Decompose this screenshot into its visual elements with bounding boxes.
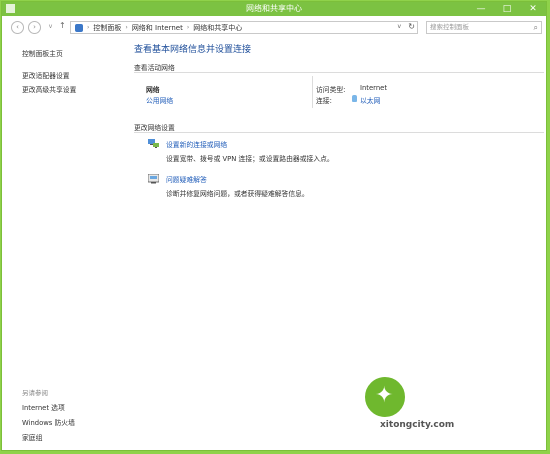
divider bbox=[134, 132, 544, 133]
search-input[interactable]: 搜索控制面板 ⌕ bbox=[426, 21, 542, 34]
task-setup-connection-link[interactable]: 设置新的连接或网络 bbox=[166, 139, 227, 149]
address-row: ‹ › v ↑ › 控制面板 › 网络和 Internet › 网络和共享中心 … bbox=[2, 16, 546, 40]
breadcrumb-separator: › bbox=[125, 24, 128, 31]
access-type-label: 访问类型: bbox=[316, 86, 346, 94]
troubleshoot-icon bbox=[148, 174, 159, 184]
task-setup-connection-desc: 设置宽带、拨号或 VPN 连接；或设置路由器或接入点。 bbox=[166, 155, 334, 163]
access-type-value: Internet bbox=[360, 84, 387, 92]
close-button[interactable]: ✕ bbox=[520, 2, 546, 16]
ethernet-icon bbox=[352, 95, 357, 102]
sidebar-item-advanced-sharing[interactable]: 更改高级共享设置 bbox=[22, 84, 76, 94]
title-bar: 网络和共享中心 — □ ✕ bbox=[2, 2, 546, 16]
window-title: 网络和共享中心 bbox=[246, 4, 302, 13]
divider bbox=[312, 76, 313, 108]
address-bar[interactable]: › 控制面板 › 网络和 Internet › 网络和共享中心 v ↻ bbox=[70, 21, 418, 34]
connections-label: 连接: bbox=[316, 97, 332, 105]
sidebar-item-windows-firewall[interactable]: Windows 防火墙 bbox=[22, 417, 75, 427]
breadcrumb-network-internet[interactable]: 网络和 Internet bbox=[132, 23, 183, 33]
sidebar-item-adapter-settings[interactable]: 更改适配器设置 bbox=[22, 70, 70, 80]
active-networks-label: 查看活动网络 bbox=[134, 64, 175, 72]
control-panel-icon bbox=[75, 23, 83, 32]
app-icon bbox=[6, 4, 15, 13]
breadcrumb-control-panel[interactable]: 控制面板 bbox=[93, 23, 121, 33]
breadcrumb-separator: › bbox=[87, 24, 90, 31]
refresh-icon[interactable]: ↻ bbox=[408, 22, 415, 31]
page-title: 查看基本网络信息并设置连接 bbox=[134, 45, 252, 55]
window: 网络和共享中心 — □ ✕ ‹ › v ↑ › 控制面板 › 网络和 Inter… bbox=[1, 1, 547, 451]
breadcrumb-network-sharing-center[interactable]: 网络和共享中心 bbox=[193, 23, 242, 33]
divider bbox=[134, 72, 544, 73]
change-settings-label: 更改网络设置 bbox=[134, 124, 175, 132]
forward-button[interactable]: › bbox=[28, 21, 41, 34]
back-button[interactable]: ‹ bbox=[11, 21, 24, 34]
sidebar-item-homegroup[interactable]: 家庭组 bbox=[22, 432, 42, 442]
watermark-circle-icon: ✦ bbox=[362, 374, 408, 420]
see-also-heading: 另请参阅 bbox=[22, 389, 48, 397]
up-button[interactable]: ↑ bbox=[59, 21, 66, 30]
search-icon[interactable]: ⌕ bbox=[534, 22, 538, 33]
sidebar-item-control-panel-home[interactable]: 控制面板主页 bbox=[22, 48, 63, 58]
breadcrumb-separator: › bbox=[186, 24, 190, 31]
window-controls: — □ ✕ bbox=[468, 2, 546, 16]
address-dropdown-icon[interactable]: v bbox=[397, 23, 401, 30]
watermark-url: xitongcity.com bbox=[380, 420, 455, 430]
search-placeholder: 搜索控制面板 bbox=[430, 23, 469, 31]
recent-pages-icon[interactable]: v bbox=[45, 21, 56, 32]
sidebar-item-internet-options[interactable]: Internet 选项 bbox=[22, 402, 65, 412]
network-type-link[interactable]: 公用网络 bbox=[146, 95, 173, 105]
connection-ethernet-link[interactable]: 以太网 bbox=[360, 95, 380, 105]
watermark-logo: ✦ 系统城 xitongcity.com bbox=[362, 374, 522, 434]
watermark-text: 系统城 bbox=[410, 388, 480, 413]
minimize-button[interactable]: — bbox=[468, 2, 494, 16]
network-name: 网络 bbox=[146, 86, 160, 94]
task-troubleshoot-link[interactable]: 问题疑难解答 bbox=[166, 174, 207, 184]
task-troubleshoot-desc: 诊断并修复网络问题，或者获得疑难解答信息。 bbox=[166, 190, 309, 198]
maximize-button[interactable]: □ bbox=[494, 2, 520, 16]
network-setup-icon bbox=[148, 139, 159, 148]
